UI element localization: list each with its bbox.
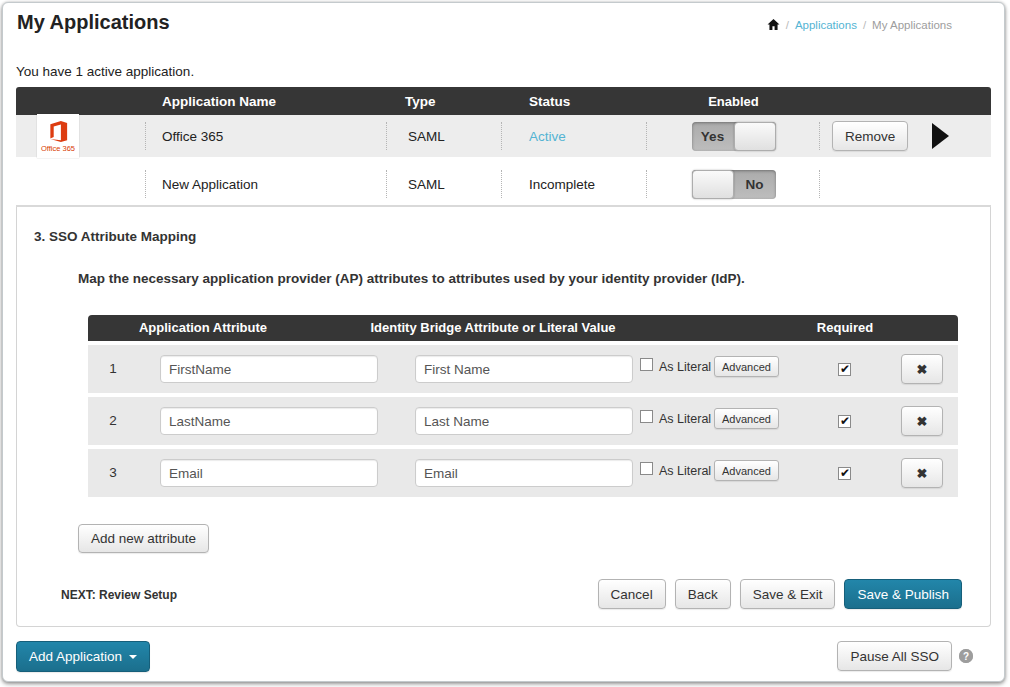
applications-table-header: Application Name Type Status Enabled: [16, 87, 991, 115]
application-row-office365: Office 365 Office 365 SAML Active Yes Re…: [16, 115, 991, 163]
column-type: Type: [387, 87, 502, 115]
application-attribute-input[interactable]: [160, 355, 378, 383]
column-application-attribute: Application Attribute: [139, 320, 267, 335]
breadcrumb: / Applications / My Applications: [767, 18, 952, 31]
applications-table: Application Name Type Status Enabled Off…: [16, 87, 991, 207]
attribute-table-header: Application Attribute Identity Bridge At…: [88, 315, 958, 341]
application-type: SAML: [387, 115, 502, 157]
enabled-toggle-new-application[interactable]: No: [692, 170, 776, 199]
sso-section-description: Map the necessary application provider (…: [78, 271, 990, 286]
application-name: New Application: [146, 163, 387, 205]
active-application-count: You have 1 active application.: [16, 64, 1004, 79]
attribute-row-2: 2 As Literal Advanced ✖: [88, 397, 958, 445]
required-checkbox[interactable]: [838, 467, 851, 480]
sso-section-heading: 3. SSO Attribute Mapping: [34, 229, 990, 244]
svg-text:?: ?: [963, 651, 969, 662]
page-title: My Applications: [17, 11, 170, 34]
application-status: Active: [502, 115, 647, 157]
as-literal-label: As Literal: [659, 360, 711, 374]
advanced-button[interactable]: Advanced: [714, 460, 779, 481]
breadcrumb-current: My Applications: [872, 19, 952, 31]
expand-arrow-icon[interactable]: [932, 123, 949, 149]
save-and-exit-button[interactable]: Save & Exit: [740, 579, 836, 609]
add-application-button[interactable]: Add Application: [16, 641, 150, 672]
remove-button[interactable]: Remove: [832, 121, 908, 151]
delete-attribute-button[interactable]: ✖: [901, 354, 943, 384]
office-365-logo: Office 365: [37, 114, 79, 158]
column-enabled: Enabled: [647, 87, 820, 115]
identity-bridge-attribute-input[interactable]: [415, 459, 633, 487]
toggle-knob: [734, 122, 776, 151]
sso-attribute-mapping-panel: 3. SSO Attribute Mapping Map the necessa…: [16, 207, 991, 627]
advanced-button[interactable]: Advanced: [714, 408, 779, 429]
caret-down-icon: [129, 655, 137, 659]
help-icon[interactable]: ?: [959, 649, 973, 663]
toggle-knob: [692, 170, 734, 199]
as-literal-label: As Literal: [659, 412, 711, 426]
column-status: Status: [502, 87, 647, 115]
enabled-toggle-office365[interactable]: Yes: [692, 122, 776, 151]
breadcrumb-separator: /: [786, 19, 789, 31]
column-required: Required: [817, 320, 873, 335]
delete-attribute-button[interactable]: ✖: [901, 406, 943, 436]
add-new-attribute-button[interactable]: Add new attribute: [78, 524, 209, 553]
row-number: 3: [88, 465, 138, 480]
as-literal-checkbox[interactable]: [640, 410, 653, 423]
pause-all-sso-button[interactable]: Pause All SSO: [837, 641, 952, 671]
application-attribute-input[interactable]: [160, 407, 378, 435]
attribute-row-3: 3 As Literal Advanced ✖: [88, 449, 958, 497]
application-attribute-input[interactable]: [160, 459, 378, 487]
identity-bridge-attribute-input[interactable]: [415, 407, 633, 435]
save-and-publish-button[interactable]: Save & Publish: [844, 579, 962, 609]
footer-bar: Add Application Pause All SSO ?: [3, 635, 1004, 681]
back-button[interactable]: Back: [675, 579, 731, 609]
home-icon[interactable]: [767, 18, 780, 31]
required-checkbox[interactable]: [838, 363, 851, 376]
breadcrumb-separator: /: [863, 19, 866, 31]
column-identity-bridge-attribute: Identity Bridge Attribute or Literal Val…: [370, 320, 615, 335]
page-window: My Applications / Applications / My Appl…: [2, 2, 1005, 682]
application-name: Office 365: [146, 115, 387, 157]
as-literal-checkbox[interactable]: [640, 358, 653, 371]
application-status: Incomplete: [502, 163, 647, 205]
required-checkbox[interactable]: [838, 415, 851, 428]
as-literal-checkbox[interactable]: [640, 462, 653, 475]
identity-bridge-attribute-input[interactable]: [415, 355, 633, 383]
column-application-name: Application Name: [146, 87, 387, 115]
application-type: SAML: [387, 163, 502, 205]
cancel-button[interactable]: Cancel: [598, 579, 666, 609]
next-step-label: NEXT: Review Setup: [61, 588, 177, 602]
as-literal-label: As Literal: [659, 464, 711, 478]
row-number: 1: [88, 361, 138, 376]
attribute-mapping-table: Application Attribute Identity Bridge At…: [88, 315, 958, 497]
row-number: 2: [88, 413, 138, 428]
application-row-new-application: New Application SAML Incomplete No: [16, 163, 991, 207]
delete-attribute-button[interactable]: ✖: [901, 458, 943, 488]
advanced-button[interactable]: Advanced: [714, 356, 779, 377]
breadcrumb-link-applications[interactable]: Applications: [795, 19, 857, 31]
attribute-row-1: 1 As Literal Advanced ✖: [88, 345, 958, 393]
